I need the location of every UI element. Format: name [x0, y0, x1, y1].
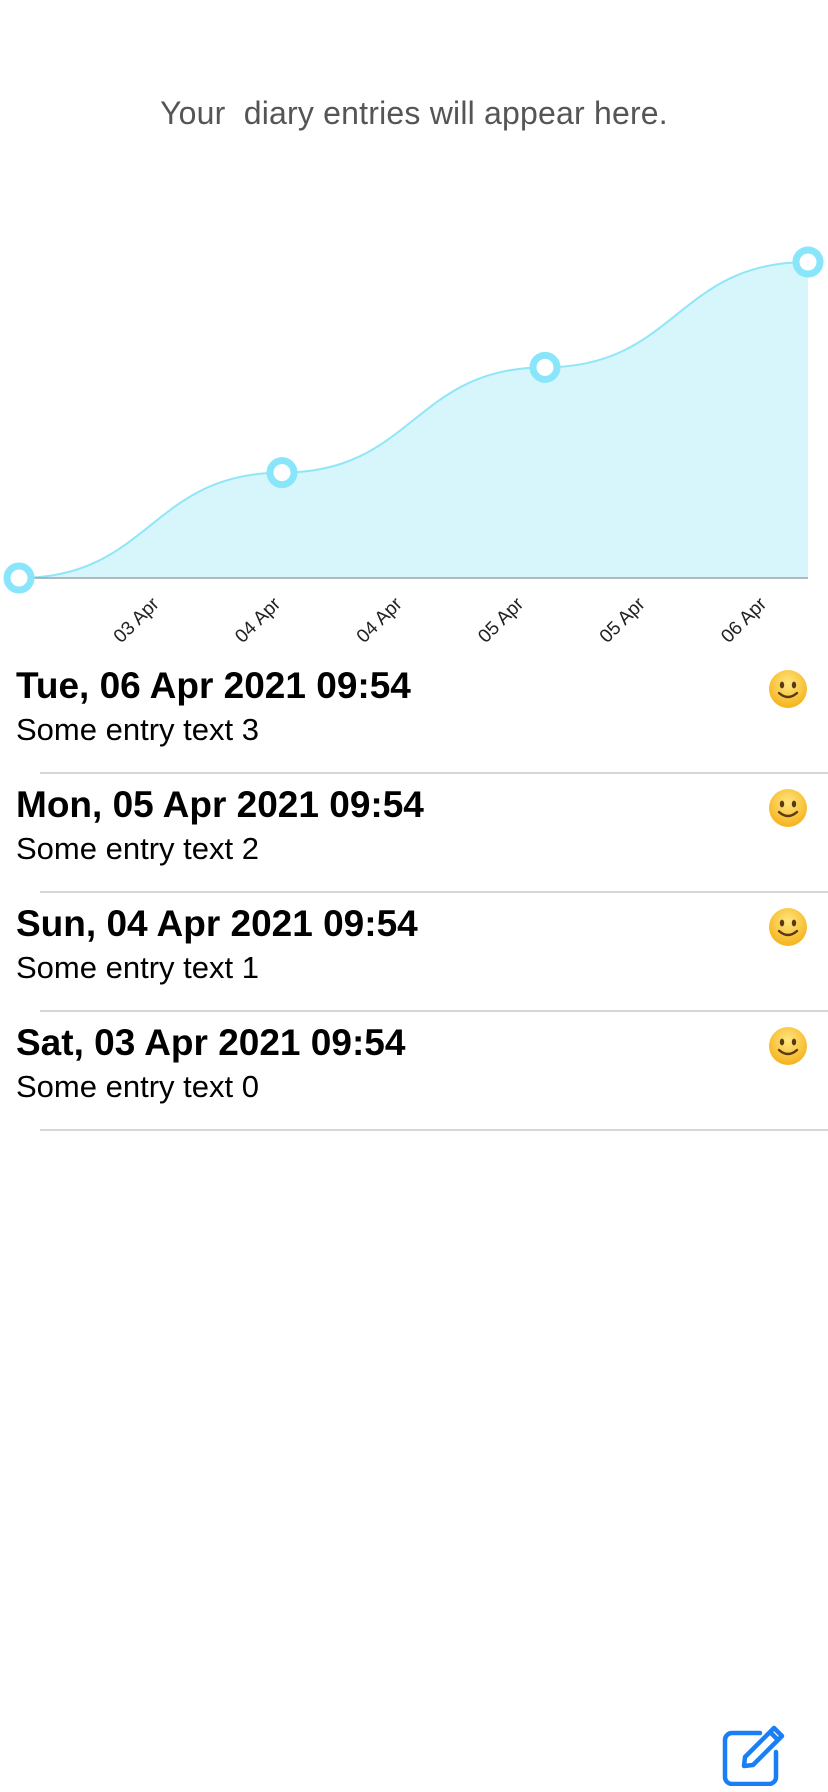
entry-text: Some entry text 2: [16, 831, 259, 866]
entry-text: Some entry text 0: [16, 1069, 259, 1104]
x-tick-label: 06 Apr: [717, 593, 771, 647]
x-tick-label: 05 Apr: [474, 593, 528, 647]
separator: [40, 1129, 828, 1131]
entry-list: Tue, 06 Apr 2021 09:54 Some entry text 3…: [0, 655, 828, 1131]
x-tick-label: 05 Apr: [596, 593, 650, 647]
entry-date: Sun, 04 Apr 2021 09:54: [16, 903, 418, 944]
list-item[interactable]: Sat, 03 Apr 2021 09:54 Some entry text 0: [0, 1012, 828, 1131]
entry-text: Some entry text 1: [16, 950, 259, 985]
list-item[interactable]: Sun, 04 Apr 2021 09:54 Some entry text 1: [0, 893, 828, 1012]
x-tick-label: 04 Apr: [231, 593, 285, 647]
entry-date: Tue, 06 Apr 2021 09:54: [16, 665, 411, 706]
chart-data-point[interactable]: [266, 457, 298, 489]
entry-date: Sat, 03 Apr 2021 09:54: [16, 1022, 406, 1063]
chart-data-point[interactable]: [529, 351, 561, 383]
slightly-smiling-face-icon: [768, 788, 808, 828]
x-tick-label: 03 Apr: [110, 593, 164, 647]
x-tick-label: 04 Apr: [353, 593, 407, 647]
compose-button[interactable]: [720, 1724, 786, 1787]
mood-chart: 03 Apr 04 Apr 04 Apr 05 Apr 05 Apr 06 Apr: [3, 246, 824, 647]
list-item[interactable]: Tue, 06 Apr 2021 09:54 Some entry text 3: [0, 655, 828, 774]
compose-icon: [722, 1725, 785, 1787]
slightly-smiling-face-icon: [768, 907, 808, 947]
slightly-smiling-face-icon: [768, 1026, 808, 1066]
list-item[interactable]: Mon, 05 Apr 2021 09:54 Some entry text 2: [0, 774, 828, 893]
slightly-smiling-face-icon: [768, 669, 808, 709]
chart-data-point[interactable]: [3, 562, 35, 594]
entry-date: Mon, 05 Apr 2021 09:54: [16, 784, 424, 825]
entry-text: Some entry text 3: [16, 712, 259, 747]
empty-state-message: Your diary entries will appear here.: [160, 95, 668, 131]
chart-data-point[interactable]: [792, 246, 824, 278]
